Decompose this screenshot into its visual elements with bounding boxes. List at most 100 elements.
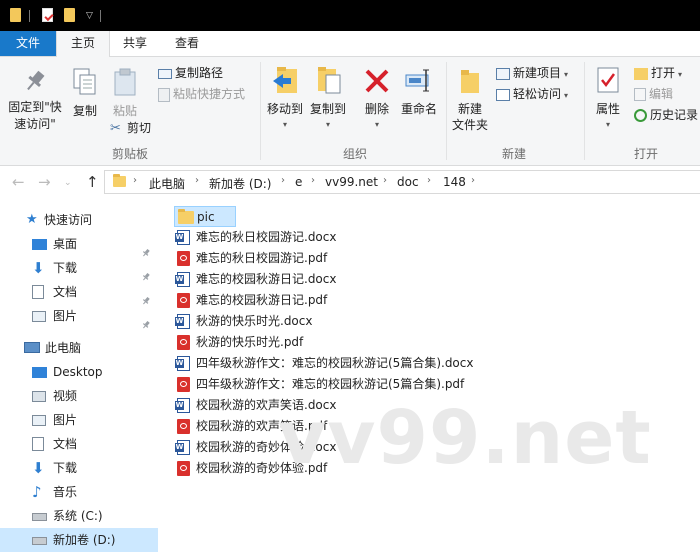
list-item[interactable]: pic — [174, 206, 236, 227]
word-document-icon — [175, 356, 190, 371]
delete-label: 删除 — [364, 102, 389, 116]
paste-button[interactable]: 粘贴 — [110, 67, 140, 119]
breadcrumb-chevron-icon[interactable]: › — [383, 175, 387, 186]
easy-access-button[interactable]: 轻松访问 ▾ — [496, 85, 568, 103]
copy-icon — [73, 68, 96, 95]
nav-label: 视频 — [53, 389, 78, 403]
tab-file[interactable]: 文件 — [0, 31, 56, 56]
file-name: 难忘的校园秋游日记.pdf — [196, 293, 328, 307]
new-item-label: 新建项目 — [513, 66, 562, 80]
breadcrumb-drive-d[interactable]: 新加卷 (D:) — [209, 175, 271, 192]
open-button[interactable]: 打开 ▾ — [634, 64, 682, 82]
pin-icon[interactable] — [142, 313, 150, 329]
qat-separator — [100, 10, 101, 22]
move-to-dropdown-icon: ▾ — [282, 120, 287, 129]
nav-desktop[interactable]: 桌面 — [32, 232, 152, 257]
picture-icon — [32, 311, 46, 322]
copy-path-icon — [158, 68, 172, 79]
breadcrumb-chevron-icon[interactable]: › — [427, 175, 431, 186]
pin-icon[interactable] — [142, 265, 150, 281]
easy-access-icon — [496, 88, 510, 101]
qat-dropdown-icon[interactable]: ▽ — [86, 11, 93, 21]
copy-to-label: 复制到 — [309, 102, 346, 116]
nav-new-volume-d[interactable]: 新加卷 (D:) — [0, 528, 158, 552]
new-folder-icon — [461, 70, 479, 93]
file-name: 难忘的校园秋游日记.docx — [196, 272, 337, 286]
nav-label: 桌面 — [53, 237, 78, 251]
open-label: 打开 — [651, 66, 676, 80]
move-to-icon — [273, 67, 297, 93]
breadcrumb-doc[interactable]: doc — [397, 175, 419, 189]
pin-icon[interactable] — [142, 289, 150, 305]
file-list: pic 难忘的秋日校园游记.docx 难忘的秋日校园游记.pdf 难忘的校园秋游… — [158, 198, 700, 540]
nav-downloads[interactable]: ⬇ 下载 — [32, 256, 152, 281]
history-button[interactable]: 历史记录 — [634, 106, 698, 124]
ribbon-tabs: 文件 主页 共享 查看 — [0, 31, 700, 57]
breadcrumb-this-pc[interactable]: 此电脑 — [149, 175, 185, 192]
tab-share[interactable]: 共享 — [110, 31, 160, 56]
title-bar: ▽ — [0, 0, 700, 31]
nav-label: 系统 (C:) — [53, 509, 103, 523]
drive-icon — [32, 537, 47, 545]
copy-button[interactable]: 复制 — [70, 67, 100, 119]
properties-button[interactable]: 属性 ▾ — [590, 65, 626, 133]
tab-home[interactable]: 主页 — [56, 31, 110, 57]
pin-icon[interactable] — [142, 241, 150, 257]
paste-icon — [114, 68, 136, 96]
navigation-pane: ★ 快速访问 桌面 ⬇ 下载 文档 图片 此电脑 Desktop 视频 图片 文… — [0, 198, 158, 552]
new-item-dropdown-icon: ▾ — [564, 70, 569, 79]
breadcrumb-chevron-icon[interactable]: › — [133, 175, 137, 186]
rename-button[interactable]: 重命名 — [398, 65, 440, 117]
move-to-button[interactable]: 移动到 ▾ — [265, 65, 305, 133]
breadcrumb-e[interactable]: e — [295, 175, 302, 189]
nav-pictures[interactable]: 图片 — [32, 304, 152, 329]
easy-access-label: 轻松访问 — [513, 87, 562, 101]
breadcrumb-chevron-icon[interactable]: › — [281, 175, 285, 186]
word-document-icon — [175, 440, 190, 455]
qat-separator — [29, 10, 30, 22]
properties-icon[interactable] — [42, 8, 53, 22]
nav-label: 此电脑 — [45, 341, 82, 355]
nav-label: 文档 — [53, 437, 78, 451]
computer-icon — [24, 342, 40, 353]
clipboard-group-label: 剪贴板 — [111, 147, 148, 161]
breadcrumb-vv99[interactable]: vv99.net — [325, 175, 378, 189]
file-name: 四年级秋游作文：难忘的校园秋游记(5篇合集).pdf — [196, 377, 465, 391]
edit-button[interactable]: 编辑 — [634, 85, 673, 103]
organize-group-label: 组织 — [342, 147, 367, 161]
delete-button[interactable]: 删除 ▾ — [360, 65, 394, 133]
forward-arrow-icon[interactable]: → — [38, 173, 51, 191]
back-arrow-icon[interactable]: ← — [12, 173, 25, 191]
folder-icon — [10, 8, 21, 22]
download-arrow-icon: ⬇ — [32, 259, 45, 277]
folder-icon — [178, 209, 194, 224]
new-item-button[interactable]: 新建项目 ▾ — [496, 64, 568, 82]
cut-button[interactable]: ✂ 剪切 — [110, 119, 151, 137]
new-folder-button[interactable]: 新建 文件夹 — [450, 65, 490, 133]
breadcrumb-chevron-icon[interactable]: › — [195, 175, 199, 186]
paste-label: 粘贴 — [112, 104, 137, 118]
desktop-icon — [32, 239, 47, 250]
address-bar[interactable]: › 此电脑 › 新加卷 (D:) › e › vv99.net › doc › … — [104, 170, 700, 194]
copy-to-icon — [318, 67, 341, 94]
breadcrumb-chevron-icon[interactable]: › — [471, 175, 475, 186]
nav-label: 新加卷 (D:) — [53, 533, 116, 547]
properties-icon — [597, 67, 619, 93]
pin-icon — [27, 70, 45, 91]
pdf-document-icon — [177, 377, 190, 392]
up-arrow-icon[interactable]: ↑ — [86, 173, 99, 191]
nav-label: Desktop — [53, 365, 103, 379]
new-folder-icon[interactable] — [64, 8, 75, 22]
copy-path-button[interactable]: 复制路径 — [158, 64, 223, 82]
open-group-label: 打开 — [633, 147, 658, 161]
recent-locations-chevron-icon[interactable]: ⌄ — [64, 178, 72, 188]
edit-icon — [634, 88, 646, 101]
copy-to-button[interactable]: 复制到 ▾ — [308, 65, 348, 133]
word-document-icon — [175, 272, 190, 287]
breadcrumb-chevron-icon[interactable]: › — [311, 175, 315, 186]
tab-view[interactable]: 查看 — [162, 31, 212, 56]
paste-shortcut-button[interactable]: 粘贴快捷方式 — [158, 85, 245, 103]
breadcrumb-148[interactable]: 148 — [443, 175, 466, 189]
nav-documents[interactable]: 文档 — [32, 280, 152, 305]
pin-to-quick-access-button[interactable]: 固定到"快速访问" — [4, 69, 66, 133]
